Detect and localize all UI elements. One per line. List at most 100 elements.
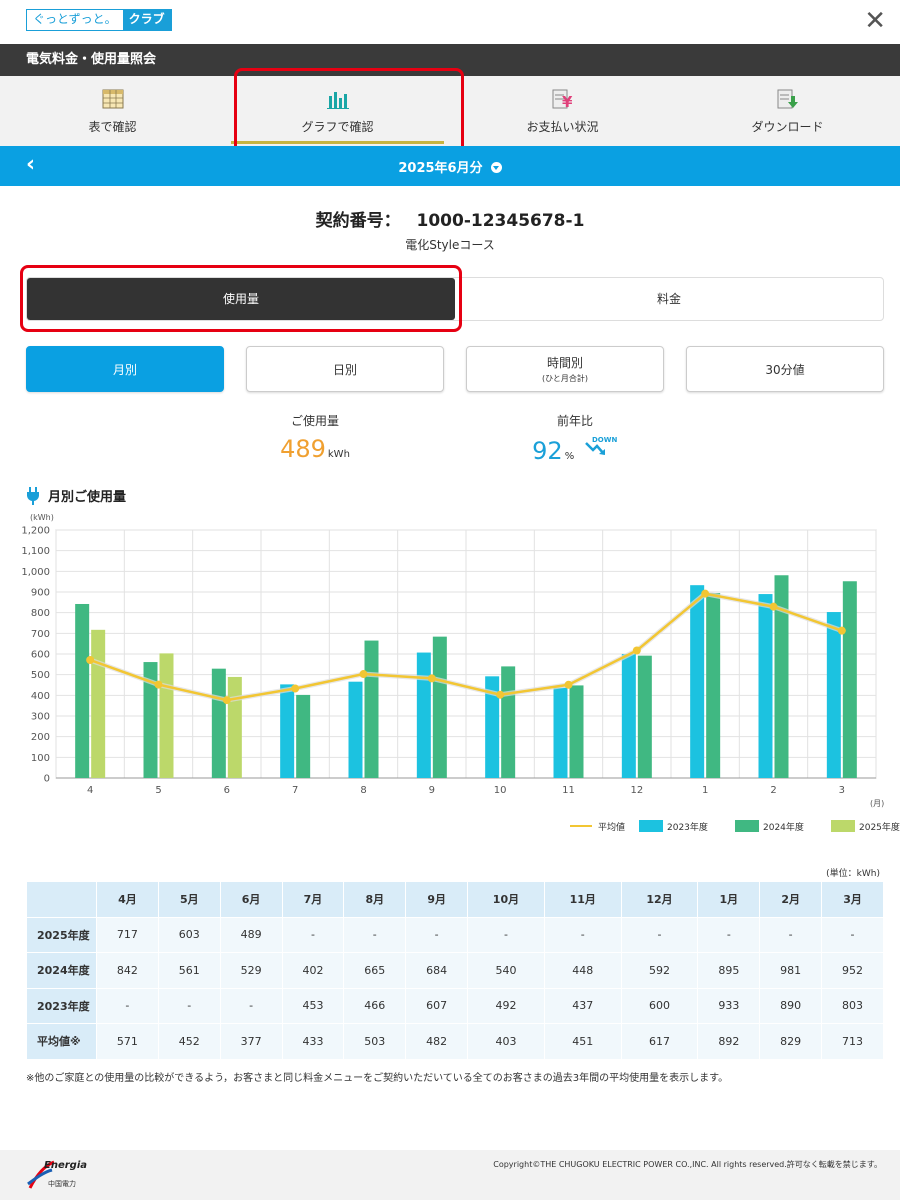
bar-2024年度 <box>569 685 584 778</box>
table-cell: 892 <box>697 1023 761 1060</box>
average-point <box>222 696 231 705</box>
table-header: 4月 <box>96 881 159 918</box>
table-cell: - <box>620 916 699 953</box>
charge-toggle-button[interactable]: 料金 <box>455 278 883 320</box>
table-cell: - <box>543 916 622 953</box>
y-tick-label: 400 <box>31 691 50 702</box>
hourly-button[interactable]: 時間別 (ひと月合計) <box>466 346 664 392</box>
average-point <box>86 655 95 664</box>
yoy-label: 前年比 <box>556 414 593 428</box>
bar-2023年度 <box>826 612 841 778</box>
table-cell: 451 <box>543 1023 622 1060</box>
table-cell: 603 <box>157 916 221 953</box>
table-cell: - <box>821 916 884 953</box>
average-point <box>496 690 505 699</box>
table-header: 5月 <box>157 881 221 918</box>
bar-2025年度 <box>159 653 174 778</box>
tab-table-label: 表で確認 <box>88 120 137 134</box>
table-cell: 713 <box>821 1023 884 1060</box>
x-tick-label: 8 <box>360 785 366 796</box>
payment-yen-icon: ¥ <box>552 89 573 110</box>
table-cell: 453 <box>281 987 345 1024</box>
table-header-row: 4月 5月 6月 7月 8月 9月 10月 11月 12月 1月 2月 3月 <box>26 881 884 918</box>
logo-text: ぐっとずっと。 <box>33 12 117 26</box>
y-tick-label: 500 <box>31 670 50 681</box>
x-tick-label: 2 <box>770 785 776 796</box>
y-tick-label: 1,000 <box>21 567 50 578</box>
table-header: 1月 <box>697 881 761 918</box>
bar-2025年度 <box>91 629 106 778</box>
bar-2024年度 <box>842 581 857 778</box>
month-selector[interactable]: 2025年6月分 <box>0 157 900 176</box>
table-cell: 981 <box>759 952 823 989</box>
x-tick-label: 1 <box>702 785 708 796</box>
bar-2024年度 <box>432 636 447 778</box>
table-cell: 452 <box>157 1023 221 1060</box>
highlight-box-usage <box>20 265 462 332</box>
table-row: 2023年度 - - - 453 466 607 492 437 600 933… <box>26 987 884 1024</box>
chart-title: 月別ご使用量 <box>48 490 127 505</box>
y-tick-label: 1,100 <box>21 546 50 557</box>
table-cell: 600 <box>620 987 699 1024</box>
bar-2023年度 <box>280 684 295 778</box>
club-logo[interactable]: ぐっとずっと。 クラブ <box>26 9 172 31</box>
month-navigation: ‹ 2025年6月分 <box>0 146 900 186</box>
x-tick-label: 11 <box>562 785 575 796</box>
average-point <box>701 589 710 598</box>
half-hour-button[interactable]: 30分値 <box>686 346 884 392</box>
close-icon[interactable]: ✕ <box>864 6 886 36</box>
contract-value: 1000-12345678-1 <box>416 211 585 231</box>
table-cell: 952 <box>821 952 884 989</box>
table-cell: - <box>697 916 761 953</box>
average-point <box>291 684 300 693</box>
table-cell: 492 <box>467 987 545 1024</box>
table-cell: - <box>343 916 407 953</box>
energia-logo: Energia 中国電力 <box>26 1158 87 1192</box>
logo-badge: クラブ <box>122 10 171 30</box>
download-icon <box>777 89 798 109</box>
table-cell: 561 <box>157 952 221 989</box>
table-cell: 895 <box>697 952 761 989</box>
average-point <box>769 602 778 611</box>
row-label: 平均値※ <box>26 1023 97 1060</box>
table-cell: - <box>405 916 469 953</box>
table-cell: - <box>219 987 283 1024</box>
table-header: 11月 <box>543 881 622 918</box>
table-cell: 540 <box>467 952 545 989</box>
footer: Energia 中国電力 Copyright©THE CHUGOKU ELECT… <box>0 1150 900 1200</box>
half-hour-label: 30分値 <box>765 362 805 377</box>
table-cell: 617 <box>620 1023 699 1060</box>
table-header: 2月 <box>759 881 823 918</box>
x-tick-label: 4 <box>87 785 93 796</box>
usage-label: ご使用量 <box>290 414 339 428</box>
table-header: 3月 <box>821 881 884 918</box>
tab-download[interactable]: ダウンロード <box>675 76 900 146</box>
table-icon <box>102 89 123 109</box>
tab-table[interactable]: 表で確認 <box>0 76 225 146</box>
table-cell: 571 <box>96 1023 159 1060</box>
legend-label: 2025年度 <box>859 821 900 833</box>
row-label: 2024年度 <box>26 952 97 989</box>
average-point <box>564 680 573 689</box>
daily-label: 日別 <box>332 362 357 377</box>
legend-swatch <box>735 820 759 832</box>
table-row: 2024年度 842 561 529 402 665 684 540 448 5… <box>26 952 884 989</box>
yoy-unit: % <box>564 451 575 462</box>
period-tabs: 月別 日別 時間別 (ひと月合計) 30分値 <box>26 346 884 392</box>
footnote: ※他のご家庭との使用量の比較ができるよう，お客さまと同じ料金メニューをご契約いた… <box>26 1073 729 1084</box>
average-point <box>632 646 641 655</box>
table-cell: 377 <box>219 1023 283 1060</box>
monthly-button[interactable]: 月別 <box>26 346 224 392</box>
daily-button[interactable]: 日別 <box>246 346 444 392</box>
row-label: 2025年度 <box>26 916 97 953</box>
bar-2023年度 <box>553 687 568 778</box>
tab-payment[interactable]: ¥ お支払い状況 <box>450 76 675 146</box>
table-cell: 803 <box>821 987 884 1024</box>
table-cell: - <box>281 916 345 953</box>
month-label: 2025年6月分 <box>398 161 483 176</box>
table-cell: - <box>96 987 159 1024</box>
hourly-note: (ひと月合計) <box>541 374 588 383</box>
hourly-label: 時間別 <box>546 356 583 370</box>
yoy-value: 92 <box>532 437 563 465</box>
bar-2023年度 <box>416 652 431 778</box>
